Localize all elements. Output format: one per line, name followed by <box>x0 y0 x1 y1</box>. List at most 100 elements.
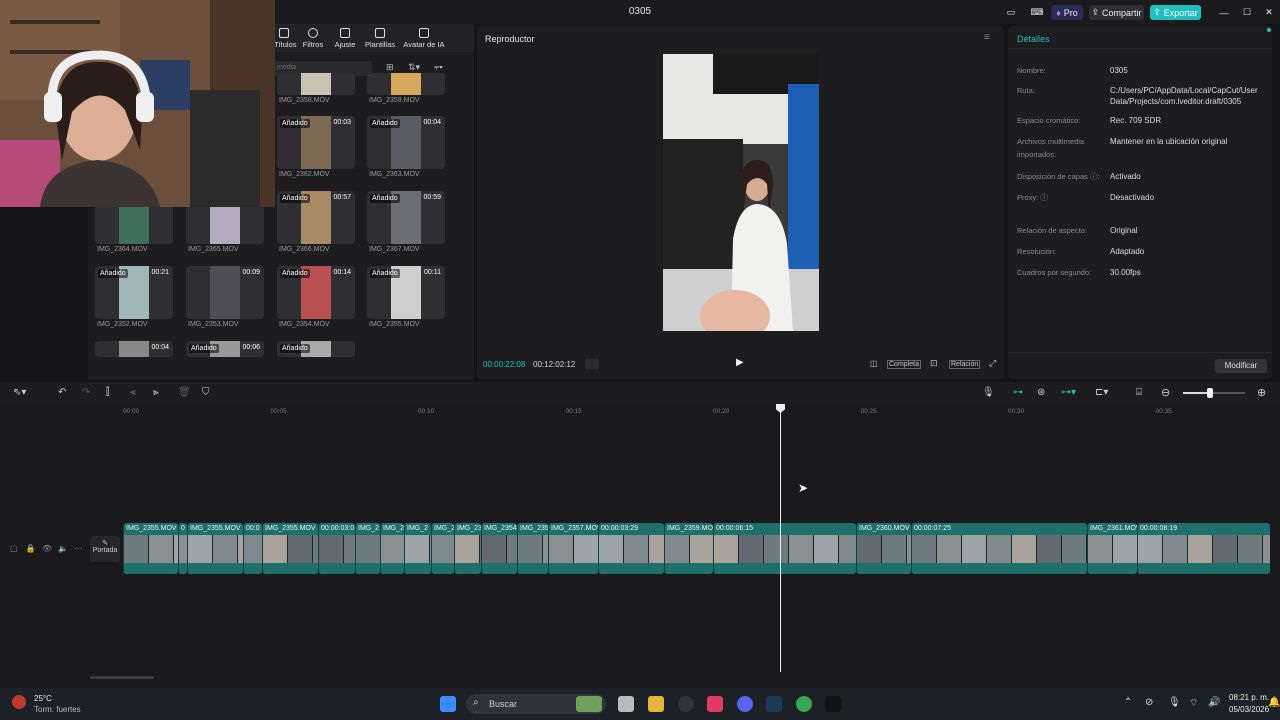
shortcuts-icon[interactable]: ⌨ <box>1030 5 1044 20</box>
layout-icon[interactable]: ▭ <box>1004 5 1018 20</box>
media-thumbnail[interactable] <box>277 73 355 95</box>
audio-icon[interactable]: 🔈 <box>58 544 68 553</box>
snap-icon[interactable]: ⊛ <box>1037 387 1045 398</box>
tool-titles[interactable]: Títulos <box>274 28 297 49</box>
timeline-clip[interactable]: IMG_2355.MOV <box>262 523 318 574</box>
ratio-button[interactable]: Relación <box>949 360 981 369</box>
link-icon[interactable]: ⊶ <box>1013 387 1023 398</box>
mic-tray-icon[interactable]: 🎙 <box>1168 697 1181 708</box>
playhead[interactable] <box>780 404 781 672</box>
microphone-icon[interactable]: 🎙 <box>982 387 995 398</box>
volume-icon[interactable]: 🔊 <box>1208 697 1220 708</box>
timecode-grid-icon[interactable] <box>585 359 599 369</box>
cover-button[interactable]: ✎ Portada <box>90 536 120 562</box>
media-thumbnail[interactable]: Añadido 00:14 <box>277 266 355 319</box>
split-icon[interactable]: ⫿ <box>106 387 109 398</box>
player-menu-icon[interactable]: ≡ <box>984 32 990 43</box>
timeline-clip[interactable]: 0 <box>178 523 187 574</box>
timeline-scrollbar[interactable] <box>90 676 154 679</box>
clock-date[interactable]: 05/03/2026 <box>1229 705 1269 714</box>
media-thumbnail[interactable]: Añadido 00:57 <box>277 191 355 244</box>
visibility-icon[interactable]: 👁 <box>42 544 52 553</box>
close-icon[interactable]: ✕ <box>1262 5 1276 20</box>
timeline-clip[interactable]: IMG_2359.MOV <box>664 523 713 574</box>
timeline-clip[interactable]: IMG_23 <box>454 523 481 574</box>
media-thumbnail[interactable]: Añadido 00:03 <box>277 116 355 169</box>
timeline-clip[interactable]: IMG_2 <box>431 523 454 574</box>
task-view-icon[interactable] <box>618 696 634 712</box>
timeline-clip[interactable]: IMG_2 <box>404 523 431 574</box>
media-thumbnail[interactable]: Añadido 00:06 <box>186 341 264 357</box>
timeline-clip[interactable]: IMG_2 <box>380 523 404 574</box>
sort-icon[interactable]: ⇅▾ <box>408 62 420 73</box>
preview-axis-icon[interactable]: ⊶▾ <box>1061 387 1076 398</box>
modify-button[interactable]: Modificar <box>1215 359 1267 373</box>
clock-time[interactable]: 08:21 p. m. <box>1229 693 1269 702</box>
chrome-icon[interactable] <box>796 696 812 712</box>
maximize-icon[interactable]: ☐ <box>1240 5 1254 20</box>
zoom-out-icon[interactable]: ⊖ <box>1161 386 1170 399</box>
split-right-icon[interactable]: ⫸ <box>153 387 159 398</box>
media-thumbnail[interactable]: Añadido 00:59 <box>367 191 445 244</box>
filter-dropdown-icon[interactable]: ⫧▾ <box>434 62 443 73</box>
timeline-clip[interactable]: IMG_2 <box>355 523 380 574</box>
steam-icon[interactable] <box>766 696 782 712</box>
wifi-icon[interactable]: ⌔ <box>1189 697 1198 710</box>
tiktok-icon[interactable] <box>707 696 723 712</box>
track-checkbox-icon[interactable]: ▢ <box>10 544 18 553</box>
pro-button[interactable]: ♦ Pro <box>1051 5 1083 20</box>
crop-icon[interactable]: ⊡ <box>930 358 938 369</box>
zoom-in-icon[interactable]: ⊕ <box>1257 386 1266 399</box>
playhead-handle[interactable] <box>776 404 785 413</box>
timeline-clip[interactable]: IMG_2355.MOV <box>123 523 178 574</box>
export-button[interactable]: ⇧ Exportar <box>1150 5 1201 20</box>
weather-icon[interactable] <box>12 695 26 709</box>
discord-icon[interactable] <box>737 696 753 712</box>
timeline-clip[interactable]: IMG_2361.MOV <box>1087 523 1137 574</box>
undo-icon[interactable]: ↶ <box>58 387 66 398</box>
more-icon[interactable]: ⋯ <box>75 544 83 553</box>
share-button[interactable]: ⇪ Compartir <box>1089 5 1144 20</box>
marker-icon[interactable]: ⛉ <box>202 387 210 398</box>
taskbar-search[interactable]: ⌕ Buscar <box>466 694 606 714</box>
full-button[interactable]: Completa <box>887 360 921 369</box>
tool-ai-avatar[interactable]: Avatar de IA <box>400 28 448 49</box>
timeline-clip[interactable]: 00:00:03:0 <box>318 523 355 574</box>
timeline-clip[interactable]: IMG_235 <box>517 523 548 574</box>
tool-adjust[interactable]: Ajuste <box>330 28 360 49</box>
notification-icon[interactable]: 🔔 <box>1268 697 1280 708</box>
media-thumbnail[interactable] <box>367 73 445 95</box>
tool-templates[interactable]: Plantillas <box>362 28 398 49</box>
media-thumbnail[interactable]: Añadido <box>277 341 355 357</box>
lock-icon[interactable]: 🔒 <box>26 544 36 553</box>
network-icon[interactable]: ⊘ <box>1145 697 1153 708</box>
zoom-slider-handle[interactable] <box>1207 388 1213 398</box>
windows-start-icon[interactable] <box>440 696 456 712</box>
tray-chevron-icon[interactable]: ⌃ <box>1124 697 1132 708</box>
timeline-clip[interactable]: IMG_2360.MOV <box>856 523 911 574</box>
github-icon[interactable] <box>678 696 694 712</box>
media-thumbnail[interactable]: 00:04 <box>95 341 173 357</box>
media-thumbnail[interactable]: 00:09 <box>186 266 264 319</box>
tool-filters[interactable]: Filtros <box>298 28 328 49</box>
timeline-clip[interactable]: 00:00:08:19 <box>1137 523 1270 574</box>
zoom-slider[interactable] <box>1183 388 1245 398</box>
select-tool-icon[interactable]: ⇖▾ <box>13 387 26 398</box>
timeline-clip[interactable]: 00:00:07:25 <box>911 523 1087 574</box>
media-thumbnail[interactable]: Añadido 00:21 <box>95 266 173 319</box>
timeline-clip[interactable]: 00:00:06:15 <box>713 523 856 574</box>
grid-view-icon[interactable]: ⊞ <box>386 62 394 73</box>
play-icon[interactable]: ▶ <box>736 357 744 368</box>
split-left-icon[interactable]: ⫷ <box>130 387 136 398</box>
delete-icon[interactable]: 🗑 <box>178 387 191 398</box>
minimize-icon[interactable]: — <box>1217 5 1231 20</box>
capcut-icon[interactable] <box>825 696 841 712</box>
timeline-clip[interactable]: IMG_2354 <box>481 523 517 574</box>
redo-icon[interactable]: ↷ <box>82 387 90 398</box>
media-thumbnail[interactable]: Añadido 00:11 <box>367 266 445 319</box>
timeline-clip[interactable]: 00:0 <box>243 523 262 574</box>
timeline-clip[interactable]: IMG_2355.MOV <box>187 523 243 574</box>
file-explorer-icon[interactable] <box>648 696 664 712</box>
fullframe-icon[interactable]: ◫ <box>870 359 878 368</box>
timeline-clip[interactable]: IMG_2357.MOV <box>548 523 598 574</box>
